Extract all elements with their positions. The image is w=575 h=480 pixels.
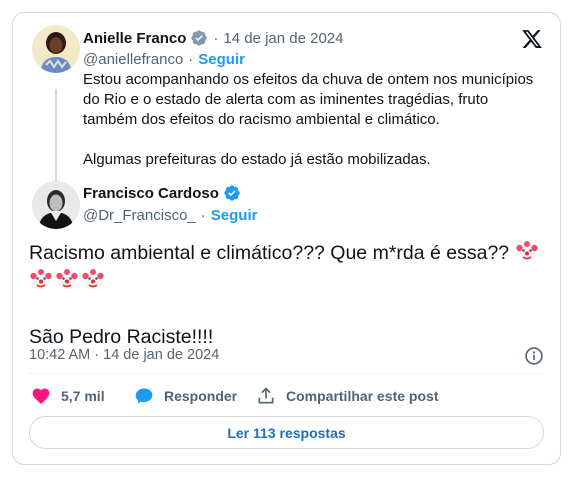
heart-icon <box>32 388 50 404</box>
main-author-name[interactable]: Francisco Cardoso <box>83 185 219 202</box>
anielle-franco-avatar[interactable] <box>32 25 80 73</box>
speech-bubble-icon <box>135 388 153 404</box>
share-button[interactable]: Compartilhar este post <box>256 386 438 406</box>
reply-button[interactable]: Responder <box>134 386 237 406</box>
share-label: Compartilhar este post <box>286 388 439 404</box>
like-count: 5,7 mil <box>61 388 105 404</box>
follow-francisco-button[interactable]: Seguir <box>211 207 258 224</box>
main-text-line: Racismo ambiental e climático??? Que m*r… <box>29 242 510 264</box>
quoted-author-name[interactable]: Anielle Franco <box>83 30 186 47</box>
read-replies-label: Ler 113 respostas <box>227 424 346 441</box>
main-tweet-text: Racismo ambiental e climático??? Que m*r… <box>29 239 544 351</box>
clown-face-icon <box>515 239 539 263</box>
info-icon[interactable] <box>524 346 544 366</box>
main-author-handle[interactable]: @Dr_Francisco_ <box>83 207 196 224</box>
divider <box>29 373 544 374</box>
clown-face-icon <box>81 267 105 291</box>
quoted-tweet-date[interactable]: 14 de jan de 2024 <box>223 30 343 47</box>
clown-face-icon <box>55 267 79 291</box>
verified-badge-icon <box>190 29 208 47</box>
separator-dot: · <box>188 51 194 68</box>
read-replies-button[interactable]: Ler 113 respostas <box>29 416 544 449</box>
reply-label: Responder <box>164 388 238 404</box>
tweet-embed-card: Anielle Franco · 14 de jan de 2024 @anie… <box>12 12 561 465</box>
quoted-text-paragraph: Algumas prefeituras do estado já estão m… <box>83 151 431 168</box>
thread-connector-line <box>55 89 57 185</box>
like-button[interactable]: 5,7 mil <box>31 386 105 406</box>
tweet-timestamp[interactable]: 10:42 AM · 14 de jan de 2024 <box>29 347 219 363</box>
quoted-text-paragraph: Estou acompanhando os efeitos da chuva d… <box>83 71 534 128</box>
quoted-tweet-text: Estou acompanhando os efeitos da chuva d… <box>83 70 543 170</box>
separator-dot: · <box>213 29 219 47</box>
quoted-author-handle[interactable]: @aniellefranco <box>83 51 183 68</box>
separator-dot: · <box>200 207 206 224</box>
clown-face-icon <box>29 267 53 291</box>
x-logo-icon[interactable] <box>521 28 543 50</box>
share-upload-icon <box>258 387 274 404</box>
francisco-cardoso-avatar[interactable] <box>32 181 80 229</box>
follow-anielle-button[interactable]: Seguir <box>198 51 245 68</box>
verified-badge-icon <box>223 184 241 202</box>
